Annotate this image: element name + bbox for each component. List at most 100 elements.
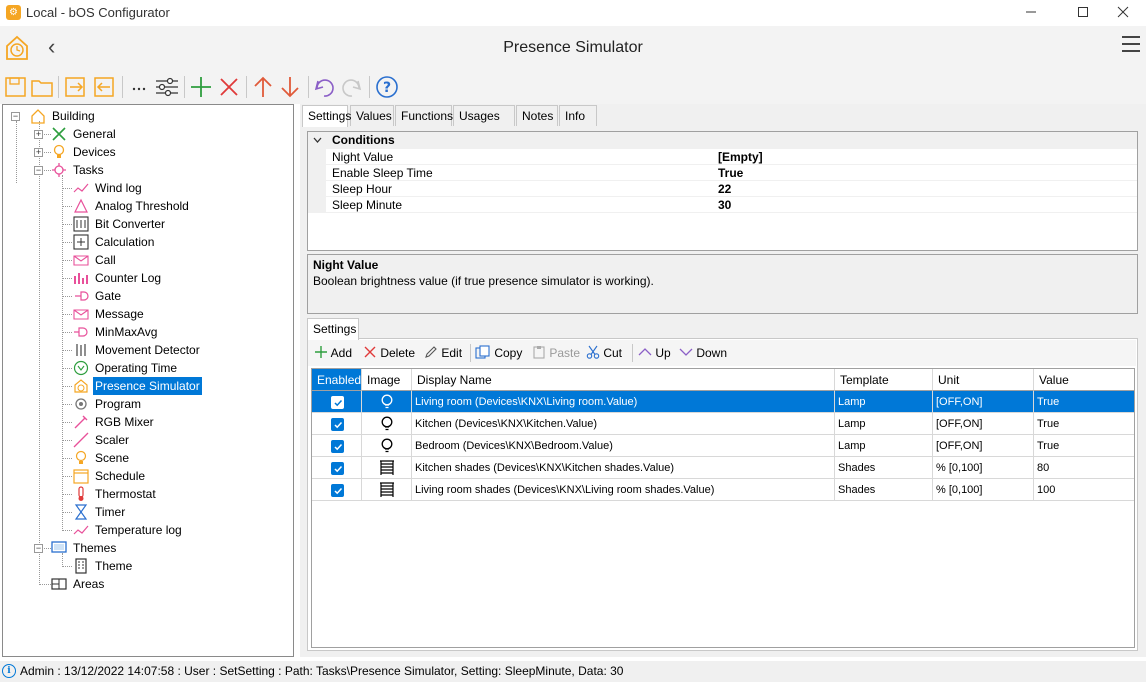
tree-guide-line [62,278,72,279]
property-value[interactable]: [Empty] [718,149,763,165]
table-row[interactable]: Kitchen shades (Devices\KNX\Kitchen shad… [312,457,1134,479]
enabled-checkbox[interactable] [331,462,344,475]
property-value[interactable]: 22 [718,181,731,197]
tree-label: Bit Converter [95,217,166,231]
property-row[interactable]: Sleep Minute 30 [308,197,1137,213]
import-button[interactable] [64,75,88,99]
check-icon [334,487,343,495]
grid-paste-button[interactable]: Paste [532,345,580,361]
value-cell[interactable]: True [1034,391,1134,413]
enabled-cell[interactable] [312,435,362,457]
tab-settings[interactable]: Settings [302,105,351,127]
grid-cut-button[interactable]: Cut [586,345,622,361]
redo-button[interactable] [340,75,364,99]
tree-guide-line [62,188,72,189]
column-header-template[interactable]: Template [835,369,933,391]
tab-info[interactable]: Info [559,105,597,126]
column-header-enabled[interactable]: Enabled [312,369,362,391]
tree-label: Calculation [95,235,155,249]
grid-toolbar-separator [632,344,633,362]
tree-label: Scaler [95,433,130,447]
value-cell[interactable]: True [1034,435,1134,457]
expander-general[interactable]: + [34,130,43,139]
unit-cell[interactable]: [OFF,ON] [933,391,1034,413]
tree-label: Movement Detector [95,343,200,357]
new-button[interactable] [4,75,28,99]
grid-copy-button[interactable]: Copy [475,345,522,361]
display-name-cell[interactable]: Kitchen shades (Devices\KNX\Kitchen shad… [412,457,835,479]
property-value[interactable]: True [718,165,743,181]
tab-settings-grid[interactable]: Settings [307,318,359,340]
tab-values[interactable]: Values [350,105,394,126]
export-button[interactable] [92,75,116,99]
display-name-cell[interactable]: Bedroom (Devices\KNX\Bedroom.Value) [412,435,835,457]
unit-cell[interactable]: [OFF,ON] [933,435,1034,457]
display-name-cell[interactable]: Kitchen (Devices\KNX\Kitchen.Value) [412,413,835,435]
grid-down-button[interactable]: Down [679,345,727,361]
enabled-checkbox[interactable] [331,440,344,453]
table-row[interactable]: Bedroom (Devices\KNX\Bedroom.Value) Lamp[… [312,435,1134,457]
help-button[interactable]: ? [375,75,399,99]
property-row[interactable]: Sleep Hour 22 [308,181,1137,197]
grid-delete-button[interactable]: Delete [363,345,415,361]
minimize-button[interactable] [1008,0,1054,26]
tree-guide-line [62,224,72,225]
template-cell[interactable]: Lamp [835,435,933,457]
template-cell[interactable]: Shades [835,479,933,501]
table-row[interactable]: Kitchen (Devices\KNX\Kitchen.Value) Lamp[… [312,413,1134,435]
properties-button[interactable] [155,75,179,99]
enabled-cell[interactable] [312,457,362,479]
table-row[interactable]: Living room shades (Devices\KNX\Living r… [312,479,1134,501]
template-cell[interactable]: Lamp [835,413,933,435]
property-row[interactable]: Night Value [Empty] [308,149,1137,165]
expander-building[interactable]: − [11,112,20,121]
display-name-cell[interactable]: Living room (Devices\KNX\Living room.Val… [412,391,835,413]
property-key: Night Value [332,150,394,164]
more-button[interactable] [128,75,152,99]
unit-cell[interactable]: % [0,100] [933,457,1034,479]
expander-themes[interactable]: − [34,544,43,553]
move-up-button[interactable] [251,75,275,99]
tab-usages[interactable]: Usages (3) [453,105,515,143]
table-row[interactable]: Living room (Devices\KNX\Living room.Val… [312,391,1134,413]
column-header-display-name[interactable]: Display Name [412,369,835,391]
template-cell[interactable]: Lamp [835,391,933,413]
add-button[interactable] [189,75,213,99]
enabled-checkbox[interactable] [331,396,344,409]
unit-cell[interactable]: % [0,100] [933,479,1034,501]
enabled-cell[interactable] [312,391,362,413]
delete-button[interactable] [217,75,241,99]
column-header-value[interactable]: Value [1034,369,1134,391]
enabled-cell[interactable] [312,479,362,501]
value-cell[interactable]: 80 [1034,457,1134,479]
bulb-icon [53,144,65,158]
property-row[interactable]: Enable Sleep Time True [308,165,1137,181]
close-icon [1117,6,1129,18]
value-cell[interactable]: True [1034,413,1134,435]
bulb-icon [381,394,393,409]
expander-tasks[interactable]: − [34,166,43,175]
close-button[interactable] [1100,0,1146,26]
display-name-cell[interactable]: Living room shades (Devices\KNX\Living r… [412,479,835,501]
enabled-checkbox[interactable] [331,484,344,497]
tab-functions[interactable]: Functions [395,105,453,126]
grid-edit-button[interactable]: Edit [424,345,462,361]
unit-cell[interactable]: [OFF,ON] [933,413,1034,435]
value-cell[interactable]: 100 [1034,479,1134,501]
open-button[interactable] [30,75,54,99]
category-conditions[interactable]: Conditions [308,132,1137,149]
undo-button[interactable] [312,75,336,99]
main-toolbar: ? [0,70,1146,104]
template-cell[interactable]: Shades [835,457,933,479]
hamburger-menu-button[interactable] [1122,36,1140,57]
tab-notes[interactable]: Notes [516,105,558,126]
column-header-image[interactable]: Image [362,369,412,391]
property-value[interactable]: 30 [718,197,731,213]
enabled-cell[interactable] [312,413,362,435]
grid-up-button[interactable]: Up [638,345,671,361]
grid-add-button[interactable]: Add [314,345,352,361]
expander-devices[interactable]: + [34,148,43,157]
move-down-button[interactable] [278,75,302,99]
enabled-checkbox[interactable] [331,418,344,431]
column-header-unit[interactable]: Unit [933,369,1034,391]
